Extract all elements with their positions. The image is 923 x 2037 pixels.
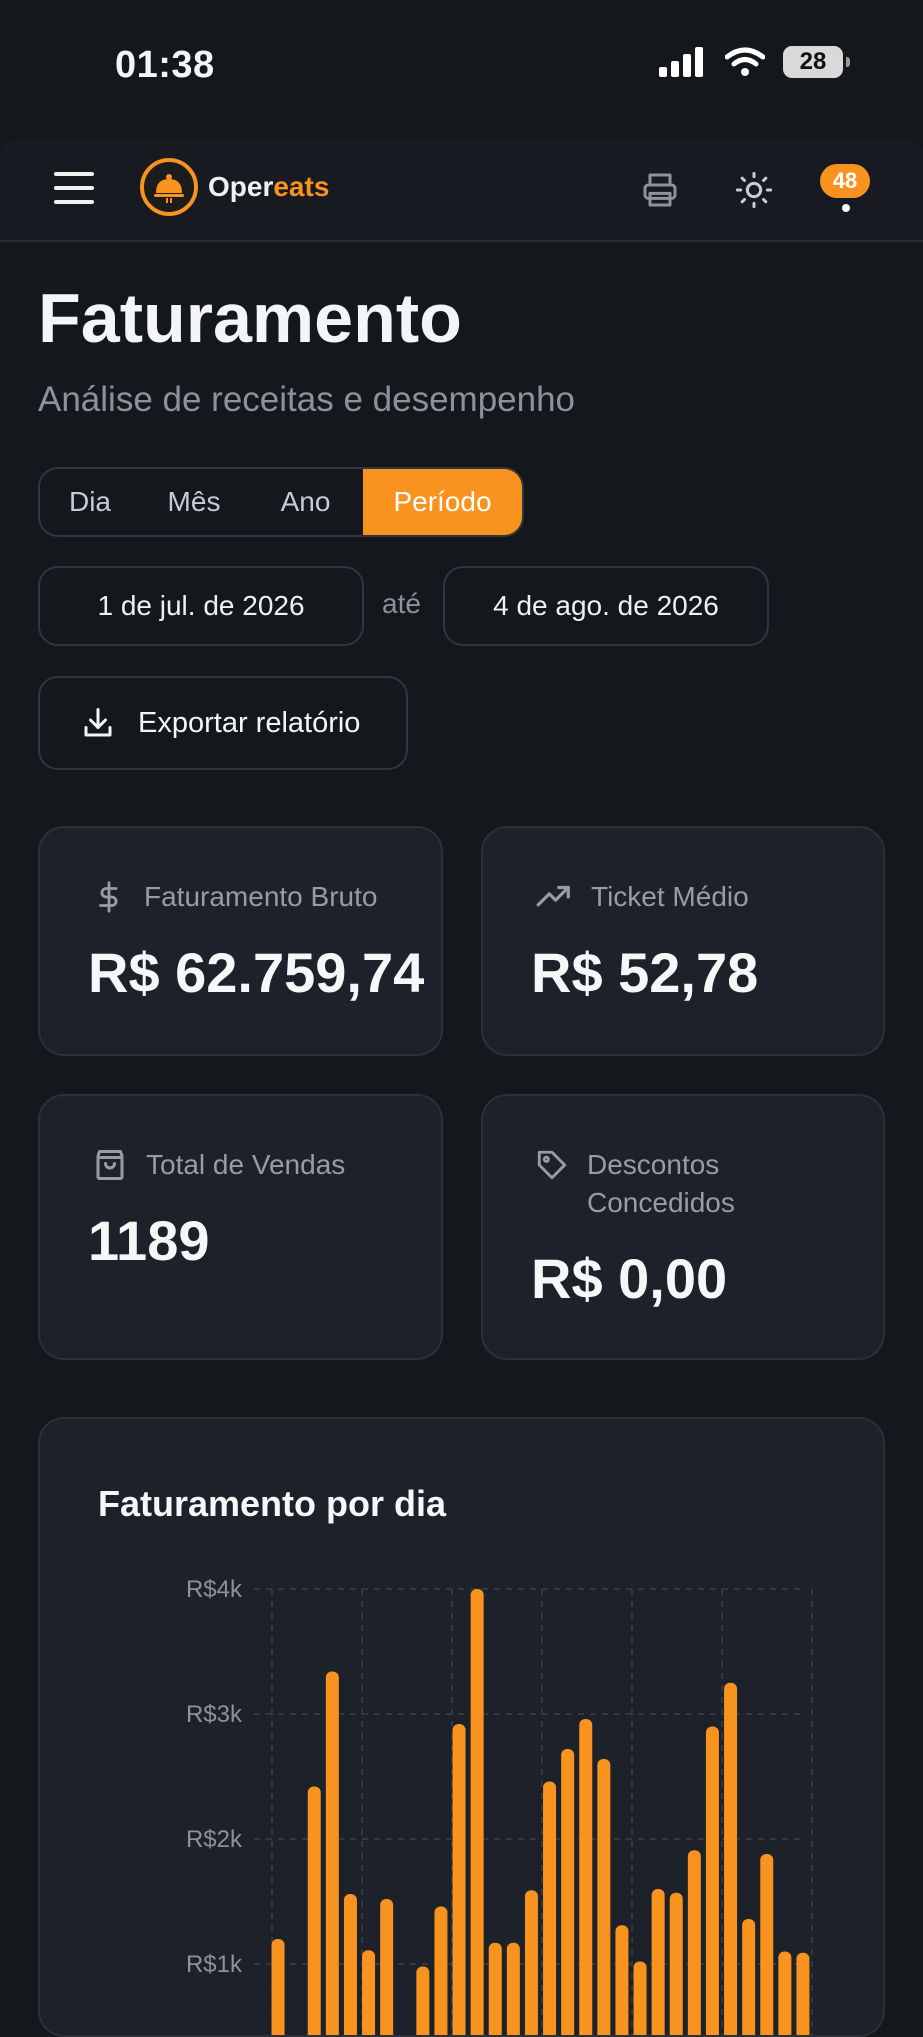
- chart-bar[interactable]: [688, 1850, 701, 2037]
- chart-bar[interactable]: [634, 1962, 647, 2037]
- shopping-bag-icon: [92, 1146, 128, 1184]
- chart-bar[interactable]: [344, 1894, 357, 2037]
- page-title: Faturamento: [38, 278, 462, 358]
- dollar-icon: [92, 878, 126, 916]
- chart-bar[interactable]: [489, 1943, 502, 2037]
- metric-card-total-sales: Total de Vendas 1189: [38, 1094, 443, 1360]
- chart-bar[interactable]: [742, 1919, 755, 2037]
- y-tick-label: R$1k: [186, 1951, 243, 1978]
- hamburger-menu-icon[interactable]: [54, 172, 94, 206]
- y-tick-label: R$3k: [186, 1701, 243, 1728]
- chart-bar[interactable]: [525, 1890, 538, 2037]
- metric-label: Ticket Médio: [591, 878, 749, 916]
- chart-bar[interactable]: [471, 1589, 484, 2037]
- status-icons: 28: [659, 46, 843, 78]
- notification-badge[interactable]: 48: [820, 164, 870, 198]
- page-subtitle: Análise de receitas e desempenho: [38, 380, 575, 420]
- chart-bar[interactable]: [561, 1749, 574, 2037]
- chart-bar[interactable]: [380, 1899, 393, 2037]
- revenue-chart-card: Faturamento por dia R$4kR$3kR$2kR$1k: [38, 1417, 885, 2037]
- metric-value: R$ 62.759,74: [88, 940, 424, 1005]
- y-tick-label: R$2k: [186, 1826, 243, 1853]
- start-date-picker[interactable]: 1 de jul. de 2026: [38, 566, 364, 646]
- metric-value: 1189: [88, 1208, 210, 1273]
- chart-bar[interactable]: [796, 1953, 809, 2037]
- trending-up-icon: [535, 878, 573, 916]
- chart-bar[interactable]: [543, 1782, 556, 2037]
- chart-bar[interactable]: [760, 1854, 773, 2037]
- export-report-button[interactable]: Exportar relatório: [38, 676, 408, 770]
- app-logo[interactable]: Opereats: [140, 158, 329, 216]
- tab-periodo[interactable]: Período: [363, 469, 522, 535]
- chart-bar[interactable]: [416, 1967, 429, 2037]
- export-report-label: Exportar relatório: [138, 707, 360, 740]
- tab-mes[interactable]: Mês: [140, 469, 248, 535]
- chart-bar[interactable]: [615, 1925, 628, 2037]
- brand-name: Opereats: [208, 171, 329, 203]
- metric-card-discounts: DescontosConcedidos R$ 0,00: [481, 1094, 885, 1360]
- metric-card-gross-revenue: Faturamento Bruto R$ 62.759,74: [38, 826, 443, 1056]
- chart-bar[interactable]: [308, 1787, 321, 2037]
- wifi-icon: [725, 47, 765, 77]
- chart-bar[interactable]: [670, 1893, 683, 2037]
- bell-icon[interactable]: [842, 204, 850, 212]
- sun-theme-icon[interactable]: [732, 168, 776, 212]
- chart-bar[interactable]: [706, 1727, 719, 2037]
- y-tick-label: R$4k: [186, 1576, 243, 1603]
- chart-bar[interactable]: [652, 1889, 665, 2037]
- chart-bar[interactable]: [272, 1939, 285, 2037]
- metric-label: Total de Vendas: [146, 1146, 345, 1184]
- download-icon: [80, 705, 116, 741]
- chart-bar[interactable]: [362, 1950, 375, 2037]
- chart-bar[interactable]: [778, 1952, 791, 2037]
- chart-bar[interactable]: [453, 1724, 466, 2037]
- chart-bar[interactable]: [507, 1943, 520, 2037]
- metric-label: Faturamento Bruto: [144, 878, 377, 916]
- chart-bar[interactable]: [724, 1683, 737, 2037]
- tab-ano[interactable]: Ano: [248, 469, 363, 535]
- battery-indicator: 28: [783, 46, 843, 78]
- metric-value: R$ 52,78: [531, 940, 758, 1005]
- chart-bar[interactable]: [579, 1719, 592, 2037]
- daily-revenue-bar-chart: R$4k R$3k R$2k R$1k: [40, 1419, 885, 2037]
- chart-bar[interactable]: [597, 1759, 610, 2037]
- chart-bar[interactable]: [434, 1907, 447, 2037]
- period-segmented-control: Dia Mês Ano Período: [38, 467, 524, 537]
- metric-value: R$ 0,00: [531, 1246, 727, 1311]
- date-range-separator: até: [382, 588, 421, 620]
- tab-dia[interactable]: Dia: [40, 469, 140, 535]
- status-time: 01:38: [115, 44, 215, 87]
- tag-icon: [535, 1146, 569, 1184]
- status-bar: 01:38 28: [0, 0, 923, 135]
- cloche-logo-icon: [140, 158, 198, 216]
- metric-card-average-ticket: Ticket Médio R$ 52,78: [481, 826, 885, 1056]
- printer-icon[interactable]: [638, 168, 682, 212]
- end-date-picker[interactable]: 4 de ago. de 2026: [443, 566, 769, 646]
- chart-bar[interactable]: [326, 1672, 339, 2037]
- metric-label: DescontosConcedidos: [587, 1146, 735, 1222]
- cellular-signal-icon: [659, 47, 707, 77]
- app-header: Opereats 48: [0, 138, 923, 242]
